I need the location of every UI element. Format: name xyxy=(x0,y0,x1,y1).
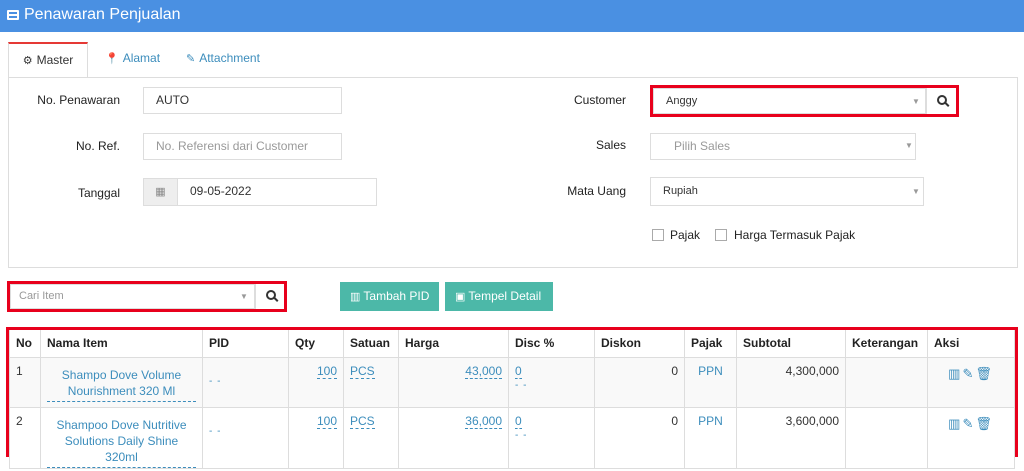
map-marker-icon: 📍 xyxy=(105,53,119,65)
window-icon xyxy=(7,10,19,20)
tab-attachment[interactable]: ✎ Attachment xyxy=(186,42,260,78)
harga-termasuk-pajak-checkbox[interactable] xyxy=(715,229,727,241)
item-name-link[interactable]: Shampo Dove Volume Nourishment 320 Ml xyxy=(47,367,196,402)
col-disc-percent: Disc % xyxy=(508,330,595,358)
cell-harga[interactable]: 43,000 xyxy=(398,356,509,408)
no-penawaran-field[interactable]: AUTO xyxy=(143,87,342,114)
cell-qty[interactable]: 100 xyxy=(288,356,344,408)
col-aksi: Aksi xyxy=(927,330,1015,358)
page-title: Penawaran Penjualan xyxy=(24,6,181,23)
chevron-down-icon: ▼ xyxy=(240,292,248,301)
chevron-down-icon: ▼ xyxy=(912,97,920,106)
col-diskon: Diskon xyxy=(594,330,685,358)
tambah-pid-button[interactable]: ▥ Tambah PID xyxy=(340,282,439,311)
cell-nama-item[interactable]: Shampoo Dove Nutritive Solutions Daily Sh… xyxy=(40,406,203,469)
table-row: 1 Shampo Dove Volume Nourishment 320 Ml -… xyxy=(9,356,1015,408)
edit-icon[interactable]: ✎ xyxy=(962,416,975,431)
calendar-icon[interactable]: ▦ xyxy=(143,178,178,206)
cell-harga[interactable]: 36,000 xyxy=(398,406,509,469)
title-bar: Penawaran Penjualan xyxy=(0,0,1024,32)
pajak-checkbox[interactable] xyxy=(652,229,664,241)
table-row: 2 Shampoo Dove Nutritive Solutions Daily … xyxy=(9,406,1015,469)
chevron-down-icon: ▼ xyxy=(905,141,913,150)
col-nama-item: Nama Item xyxy=(40,330,203,358)
paste-icon: ▣ xyxy=(455,291,466,303)
cell-diskon: 0 xyxy=(594,356,685,408)
table-header-row: No Nama Item PID Qty Satuan Harga Disc %… xyxy=(9,330,1015,358)
cell-pajak[interactable]: PPN xyxy=(684,406,737,469)
cell-satuan[interactable]: PCS xyxy=(343,356,399,408)
tanggal-label: Tanggal xyxy=(77,186,120,200)
tab-master[interactable]: ⚙ Master xyxy=(8,42,88,78)
cell-no: 1 xyxy=(9,356,41,408)
cell-aksi: ▥✎🗑 xyxy=(927,406,1015,469)
customer-label: Customer xyxy=(573,93,626,107)
cell-nama-item[interactable]: Shampo Dove Volume Nourishment 320 Ml xyxy=(40,356,203,408)
sales-select[interactable]: Pilih Sales xyxy=(650,133,916,160)
item-name-link[interactable]: Shampoo Dove Nutritive Solutions Daily Sh… xyxy=(47,417,196,468)
col-harga: Harga xyxy=(398,330,509,358)
cell-pid[interactable]: - - xyxy=(202,356,289,408)
tab-alamat[interactable]: 📍 Alamat xyxy=(105,42,160,78)
no-penawaran-label: No. Penawaran xyxy=(37,93,120,107)
col-satuan: Satuan xyxy=(343,330,399,358)
chevron-down-icon: ▼ xyxy=(912,187,920,196)
search-icon xyxy=(265,290,276,300)
trash-icon[interactable]: 🗑 xyxy=(975,366,994,381)
cell-qty[interactable]: 100 xyxy=(288,406,344,469)
customer-select[interactable]: Anggy xyxy=(653,88,926,114)
col-no: No xyxy=(9,330,41,358)
cell-diskon: 0 xyxy=(594,406,685,469)
barcode-icon[interactable]: ▥ xyxy=(948,366,962,381)
col-pid: PID xyxy=(202,330,289,358)
no-ref-field[interactable]: No. Referensi dari Customer xyxy=(143,133,342,160)
pajak-label: Pajak xyxy=(670,228,701,242)
cell-subtotal: 4,300,000 xyxy=(736,356,846,408)
harga-termasuk-pajak-label: Harga Termasuk Pajak xyxy=(734,228,856,242)
col-qty: Qty xyxy=(288,330,344,358)
search-icon xyxy=(936,95,947,105)
cell-pajak[interactable]: PPN xyxy=(684,356,737,408)
cell-keterangan[interactable] xyxy=(845,406,928,469)
barcode-icon[interactable]: ▥ xyxy=(948,416,962,431)
cell-disc-percent[interactable]: 0- - xyxy=(508,356,595,408)
customer-search-button[interactable] xyxy=(926,88,956,114)
barcode-icon: ▥ xyxy=(350,291,361,303)
no-ref-label: No. Ref. xyxy=(75,139,120,153)
col-pajak: Pajak xyxy=(684,330,737,358)
sales-label: Sales xyxy=(595,138,626,152)
mata-uang-select[interactable]: Rupiah xyxy=(650,177,924,206)
mata-uang-label: Mata Uang xyxy=(567,184,626,198)
col-subtotal: Subtotal xyxy=(736,330,846,358)
trash-icon[interactable]: 🗑 xyxy=(975,416,994,431)
cell-subtotal: 3,600,000 xyxy=(736,406,846,469)
item-table: No Nama Item PID Qty Satuan Harga Disc %… xyxy=(9,330,1015,469)
cell-no: 2 xyxy=(9,406,41,469)
cogs-icon: ⚙ xyxy=(22,55,33,67)
cell-pid[interactable]: - - xyxy=(202,406,289,469)
tab-bar: ⚙ Master 📍 Alamat ✎ Attachment xyxy=(8,42,1018,78)
cell-satuan[interactable]: PCS xyxy=(343,406,399,469)
col-keterangan: Keterangan xyxy=(845,330,928,358)
tempel-detail-button[interactable]: ▣ Tempel Detail xyxy=(445,282,553,311)
cell-disc-percent[interactable]: 0- - xyxy=(508,406,595,469)
cell-keterangan[interactable] xyxy=(845,356,928,408)
paperclip-icon: ✎ xyxy=(186,53,196,65)
item-search-button[interactable] xyxy=(255,284,285,309)
item-search-input[interactable]: Cari Item xyxy=(10,284,255,309)
tanggal-field[interactable]: 09-05-2022 xyxy=(177,178,377,206)
cell-aksi: ▥✎🗑 xyxy=(927,356,1015,408)
edit-icon[interactable]: ✎ xyxy=(962,366,975,381)
